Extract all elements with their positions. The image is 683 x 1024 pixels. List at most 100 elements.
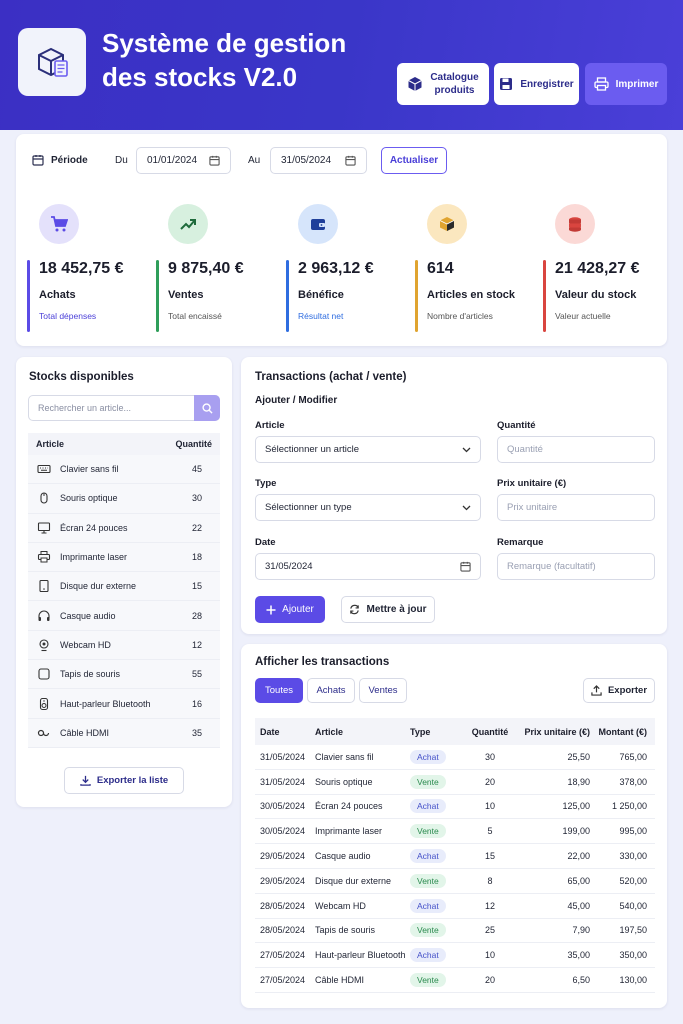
tx-qty: 10 [484,801,495,812]
kpi-card-profit: 2 963,12 € Bénéfice Résultat net [286,190,403,332]
article-select-value: Sélectionner un article [265,444,359,455]
cube-icon [407,77,422,91]
date-input[interactable]: 31/05/2024 [255,553,481,580]
catalogue-button[interactable]: Catalogue produits [397,63,489,105]
print-button-label: Imprimer [615,78,659,90]
price-input[interactable]: Prix unitaire [497,494,655,521]
quantity-label: Quantité [497,420,536,431]
stock-row[interactable]: Écran 24 pouces 22 [28,513,220,543]
kpi-accent-bar [27,260,30,332]
transaction-row[interactable]: 27/05/2024 Haut-parleur Bluetooth Achat 10 3… [255,943,655,969]
stock-row[interactable]: Souris optique 30 [28,484,220,514]
tx-date: 30/05/2024 [260,801,306,812]
kpi-accent-bar [543,260,546,332]
kpi-sub: Valeur actuelle [555,311,611,321]
type-badge: Vente [410,973,446,988]
from-label: Du [115,155,128,166]
kpi-value: 614 [427,260,454,277]
tx-qty: 5 [487,826,493,837]
kpi-icon-wrap [168,204,208,244]
transaction-row[interactable]: 31/05/2024 Clavier sans fil Achat 30 25,50 76… [255,745,655,770]
monitor-icon [36,520,52,536]
stock-item-qty: 35 [191,727,202,738]
add-button-label: Ajouter [282,604,314,615]
stock-row[interactable]: Imprimante laser 18 [28,542,220,573]
kpi-value: 18 452,75 € [39,260,124,277]
hard-drive-icon [36,578,52,594]
transaction-row[interactable]: 30/05/2024 Écran 24 pouces Achat 10 125,00 1 … [255,795,655,820]
search-button[interactable] [194,395,220,421]
tab-all[interactable]: Toutes [255,678,303,703]
transaction-row[interactable]: 28/05/2024 Webcam HD Achat 12 45,00 540,00 [255,894,655,919]
stock-row[interactable]: Webcam HD 12 [28,630,220,661]
tx-type-cell: Achat [410,749,470,764]
printer-icon [593,77,609,91]
from-date-input[interactable]: 01/01/2024 [136,147,231,174]
to-date-input[interactable]: 31/05/2024 [270,147,367,174]
print-button[interactable]: Imprimer [585,63,667,105]
transactions-list-title: Afficher les transactions [255,656,390,668]
kpi-sub: Nombre d'articles [427,311,493,321]
type-badge: Achat [410,948,446,963]
col-type: Type [410,726,431,737]
tx-type-cell: Achat [410,948,470,963]
transaction-row[interactable]: 27/05/2024 Câble HDMI Vente 20 6,50 130,00 [255,968,655,993]
printer-icon [36,549,52,565]
transaction-row[interactable]: 29/05/2024 Casque audio Achat 15 22,00 330,00 [255,844,655,869]
tx-date: 30/05/2024 [260,826,306,837]
col-quantity: Quantité [175,439,212,449]
type-badge: Achat [410,898,446,913]
export-list-button[interactable]: Exporter la liste [64,767,184,794]
stock-row[interactable]: Tapis de souris 55 [28,660,220,690]
stock-item-name: Webcam HD [60,639,111,650]
tx-type-cell: Vente [410,873,470,888]
tx-article: Disque dur externe [315,875,392,886]
update-button[interactable]: Mettre à jour [341,596,435,623]
from-date-value: 01/01/2024 [147,155,198,166]
stock-row[interactable]: Casque audio 28 [28,601,220,631]
tab-sales[interactable]: Ventes [359,678,407,703]
type-badge: Vente [410,774,446,789]
stock-search-input[interactable]: Rechercher un article... [28,395,220,421]
tx-article: Imprimante laser [315,826,383,837]
stock-row[interactable]: Disque dur externe 15 [28,572,220,602]
transactions-table-header: Date Article Type Quantité Prix unitaire… [255,718,655,745]
calendar-icon [32,155,44,166]
tx-type-cell: Vente [410,973,470,988]
tx-unit-price: 6,50 [572,975,590,986]
export-transactions-button[interactable]: Exporter [583,678,655,703]
tab-purchases[interactable]: Achats [307,678,355,703]
cable-icon [36,725,52,741]
tx-unit-price: 22,00 [567,851,590,862]
type-select[interactable]: Sélectionner un type [255,494,481,521]
stock-row[interactable]: Clavier sans fil 45 [28,455,220,485]
stock-item-qty: 22 [191,522,202,533]
tx-unit-price: 25,50 [567,751,590,762]
save-button[interactable]: Enregistrer [494,63,579,105]
col-article: Article [315,726,344,737]
tx-type-cell: Vente [410,923,470,938]
headphones-icon [36,608,52,624]
to-date-value: 31/05/2024 [281,155,332,166]
stock-row[interactable]: Haut-parleur Bluetooth 16 [28,689,220,719]
transaction-row[interactable]: 30/05/2024 Imprimante laser Vente 5 199,00 99… [255,819,655,845]
quantity-input[interactable]: Quantité [497,436,655,463]
transaction-row[interactable]: 29/05/2024 Disque dur externe Vente 8 65,00 5… [255,869,655,894]
tx-article: Casque audio [315,851,371,862]
add-button[interactable]: Ajouter [255,596,325,623]
form-subtitle: Ajouter / Modifier [255,395,338,406]
remark-input[interactable]: Remarque (facultatif) [497,553,655,580]
col-article: Article [36,439,65,449]
keyboard-icon [36,461,52,477]
tx-unit-price: 7,90 [572,925,590,936]
stock-item-name: Tapis de souris [60,669,121,680]
transaction-row[interactable]: 31/05/2024 Souris optique Vente 20 18,90 378,… [255,770,655,795]
tx-amount: 130,00 [619,975,647,986]
tx-qty: 20 [484,776,495,787]
transaction-row[interactable]: 28/05/2024 Tapis de souris Vente 25 7,90 197,… [255,919,655,944]
refresh-button[interactable]: Actualiser [381,147,447,174]
stock-item-name: Casque audio [60,610,116,621]
article-select[interactable]: Sélectionner un article [255,436,481,463]
stock-row[interactable]: Câble HDMI 35 [28,718,220,748]
kpi-icon-wrap [298,204,338,244]
